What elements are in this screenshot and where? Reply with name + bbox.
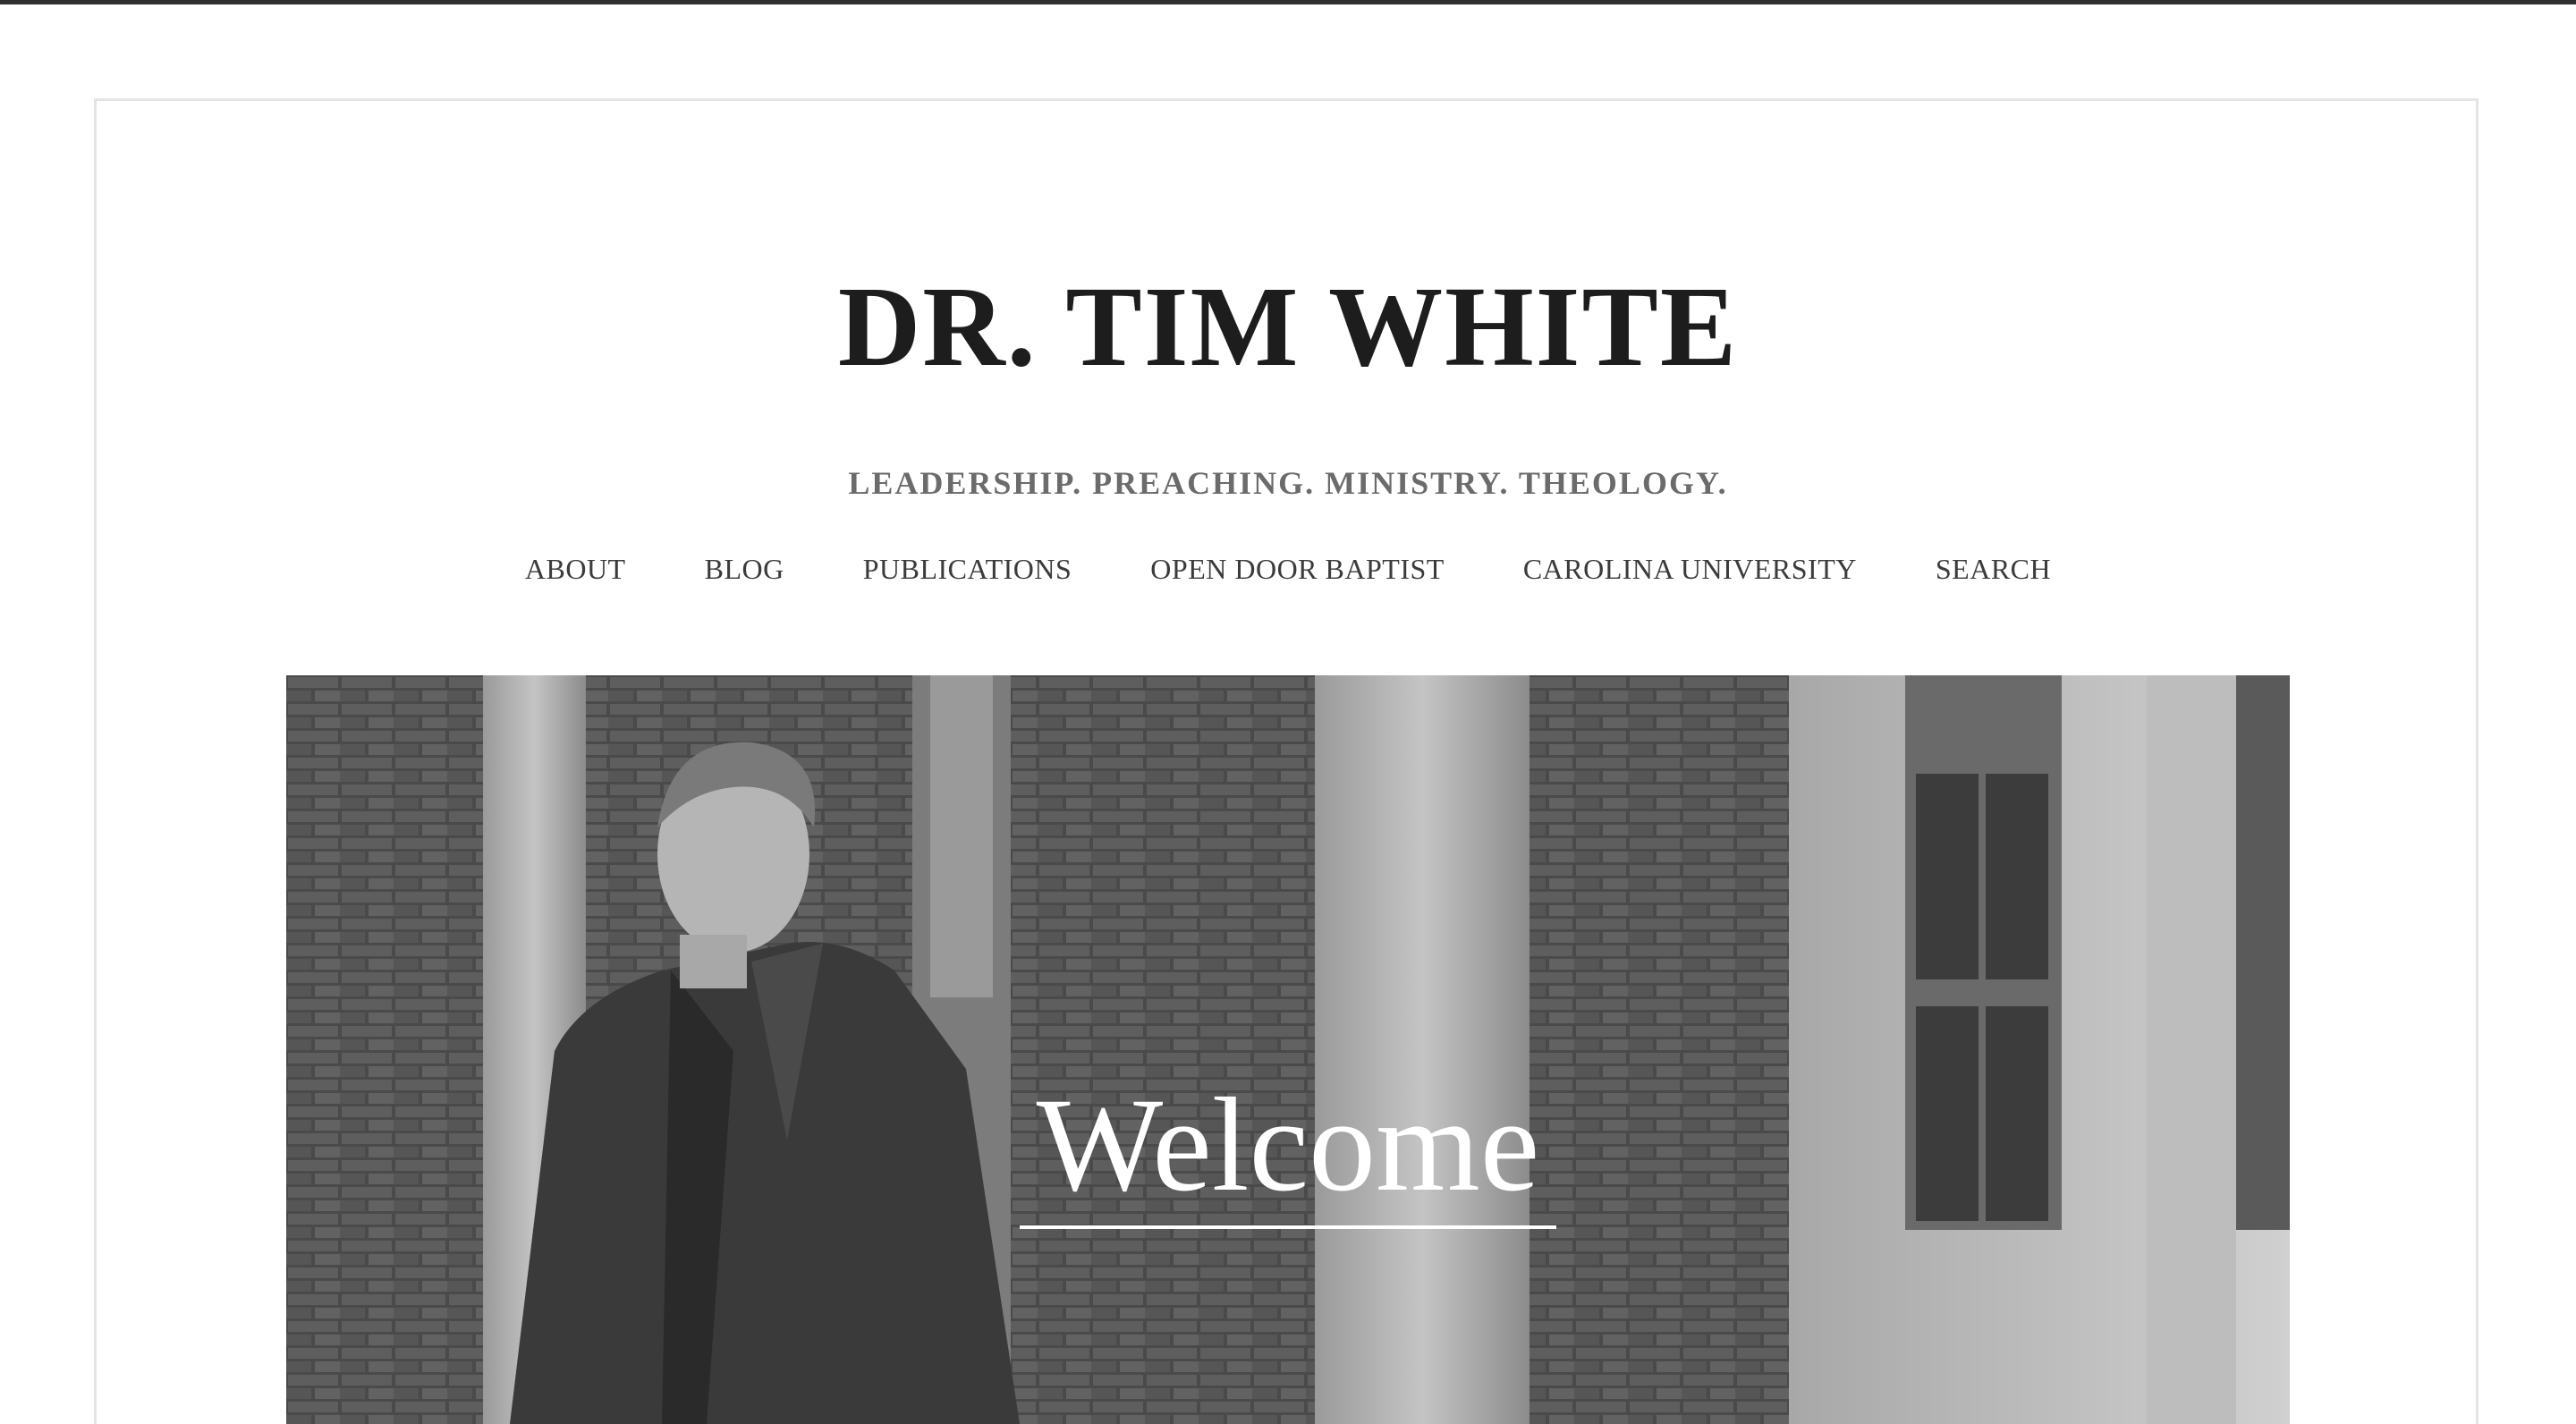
hero-banner: Welcome: [286, 675, 2290, 1424]
site-title[interactable]: DR. TIM WHITE: [0, 250, 2576, 403]
browser-top-edge: [0, 0, 2576, 4]
nav-item-blog[interactable]: BLOG: [705, 547, 784, 590]
hero-heading: Welcome: [1036, 1071, 1540, 1219]
nav-item-about[interactable]: ABOUT: [525, 547, 626, 590]
main-navigation: ABOUT BLOG PUBLICATIONS OPEN DOOR BAPTIS…: [0, 547, 2576, 590]
nav-item-open-door-baptist[interactable]: OPEN DOOR BAPTIST: [1150, 547, 1445, 590]
site-tagline: LEADERSHIP. PREACHING. MINISTRY. THEOLOG…: [848, 465, 1728, 501]
hero-heading-underline: [1020, 1225, 1556, 1229]
hero-photo: [286, 675, 2290, 1424]
nav-item-carolina-university[interactable]: CAROLINA UNIVERSITY: [1523, 547, 1857, 590]
nav-item-search[interactable]: SEARCH: [1936, 547, 2051, 590]
nav-item-publications[interactable]: PUBLICATIONS: [863, 547, 1072, 590]
